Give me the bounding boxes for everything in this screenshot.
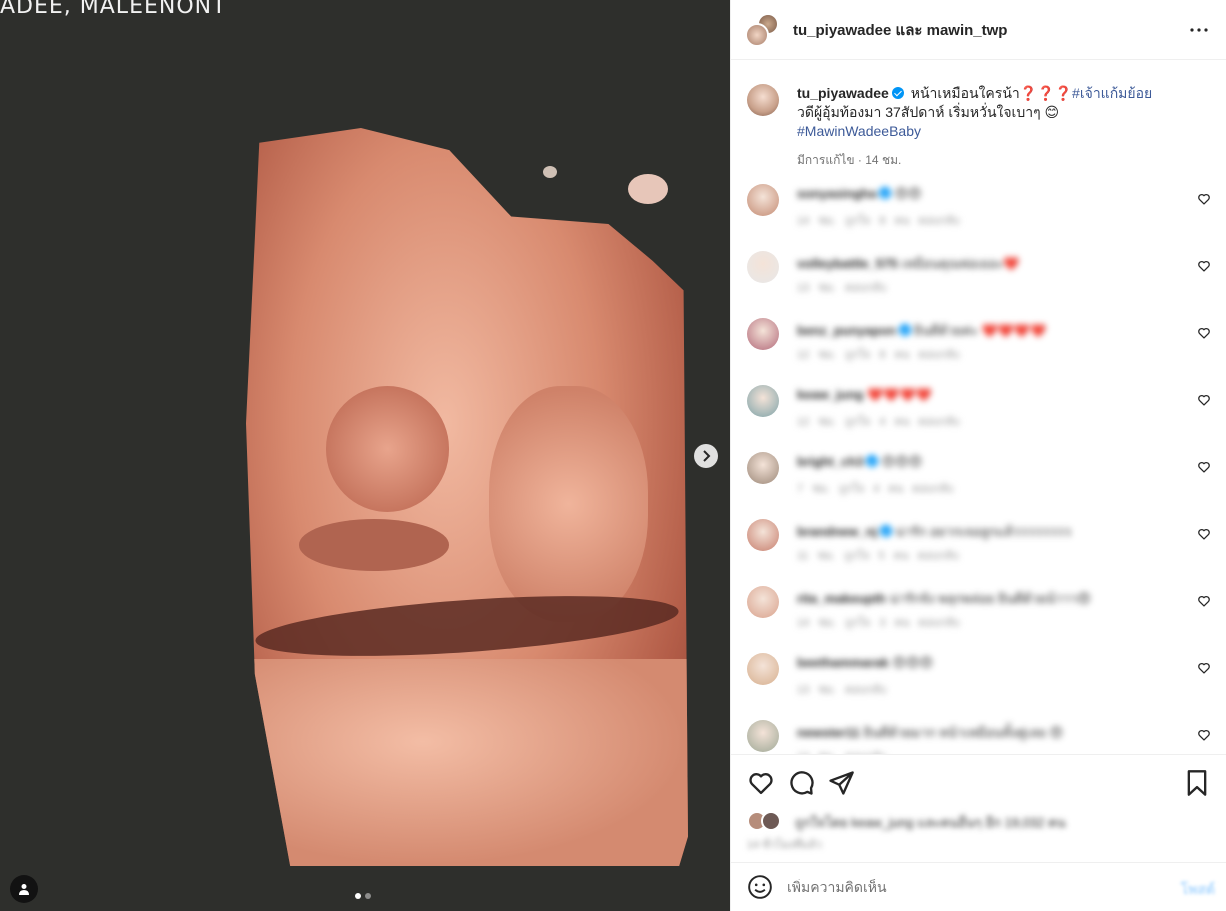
post-authors[interactable]: tu_piyawadee และ mawin_twp bbox=[793, 18, 1007, 42]
post-actions: ถูกใจโดย keaw_jung และคนอื่นๆ อีก 19,032… bbox=[731, 754, 1226, 864]
post-caption: tu_piyawadee หน้าเหมือนใครน้า❓❓❓#เจ้าแก้… bbox=[747, 84, 1207, 170]
avatar[interactable] bbox=[747, 318, 779, 350]
comment-username[interactable]: sonyasingha bbox=[797, 186, 876, 201]
caption-line2: วดีผู้อุ้มท้องมา 37สัปดาห์ เริ่มหวั่นใจเ… bbox=[797, 104, 1060, 120]
caption-username[interactable]: tu_piyawadee bbox=[797, 85, 889, 101]
carousel-dot-1 bbox=[355, 893, 361, 899]
avatar[interactable] bbox=[747, 519, 779, 551]
comment-text: 😍😍😍 bbox=[892, 655, 934, 670]
comment-meta[interactable]: 14 ชม. ตอบกลับ bbox=[797, 747, 886, 754]
heart-icon[interactable] bbox=[1197, 393, 1211, 407]
likes-summary[interactable]: ถูกใจโดย keaw_jung และคนอื่นๆ อีก 19,032… bbox=[747, 811, 1066, 833]
tagged-users-button[interactable] bbox=[10, 875, 38, 903]
comment-username[interactable]: keaw_jung bbox=[797, 387, 863, 402]
avatar[interactable] bbox=[747, 84, 779, 116]
comment-text: 😍😍😍 bbox=[881, 454, 923, 469]
comment-meta[interactable]: 14 ชม. ถูกใจ 3 คน ตอบกลับ bbox=[797, 613, 960, 631]
comment-meta[interactable]: 13 ชม. ตอบกลับ bbox=[797, 278, 886, 296]
avatar[interactable] bbox=[747, 184, 779, 216]
heart-icon[interactable] bbox=[1197, 326, 1211, 340]
comment-text: เหมือนคุณพ่อเยอะ❤️ bbox=[901, 256, 1020, 271]
comment-row: rita_makeupth น่ารักจัง พลุกพล่อย ยินดีด… bbox=[747, 584, 1217, 640]
heart-icon[interactable] bbox=[1197, 259, 1211, 273]
heart-icon[interactable] bbox=[747, 769, 775, 797]
post-side-panel: tu_piyawadee และ mawin_twp tu_piyawadee … bbox=[730, 0, 1226, 911]
comment-row: newster11 ยินดีด้วยมาก หน้าเหมือนทั้งคู่… bbox=[747, 718, 1217, 754]
emoji-icon[interactable] bbox=[747, 874, 773, 900]
comments-section[interactable]: tu_piyawadee หน้าเหมือนใครน้า❓❓❓#เจ้าแก้… bbox=[731, 60, 1226, 754]
comment-row: volleybattle_575 เหมือนคุณพ่อเยอะ❤️ 13 ชม… bbox=[747, 249, 1217, 305]
hashtag-link[interactable]: #เจ้าแก้มย้อย bbox=[1072, 85, 1152, 101]
post-header: tu_piyawadee และ mawin_twp bbox=[731, 0, 1226, 60]
comment-row: benz_punyapon ยินดีด้วยค่ะ ❤️❤️❤️❤️ 12 ชม.… bbox=[747, 316, 1217, 372]
comment-meta[interactable]: 13 ชม. ตอบกลับ bbox=[797, 680, 886, 698]
comment-icon[interactable] bbox=[787, 769, 815, 797]
verified-icon bbox=[880, 525, 893, 537]
caption-text: หน้าเหมือนใครน้า❓❓❓ bbox=[910, 85, 1073, 101]
comment-row: bright_ch3 😍😍😍 7 ชม. ถูกใจ 4 คน ตอบกลับ bbox=[747, 450, 1217, 506]
add-comment-bar: โพสต์ bbox=[731, 862, 1226, 911]
heart-icon[interactable] bbox=[1197, 594, 1211, 608]
avatar[interactable] bbox=[747, 653, 779, 685]
comment-meta[interactable]: 12 ชม. ถูกใจ 4 คน ตอบกลับ bbox=[797, 412, 960, 430]
comment-meta[interactable]: 14 ชม. ถูกใจ 8 คน ตอบกลับ bbox=[797, 211, 960, 229]
verified-icon bbox=[866, 455, 879, 467]
bookmark-icon[interactable] bbox=[1183, 769, 1211, 797]
comment-meta[interactable]: 11 ชม. ถูกใจ 5 คน ตอบกลับ bbox=[797, 546, 959, 564]
comment-username[interactable]: rita_makeupth bbox=[797, 591, 886, 606]
hashtag-link[interactable]: #MawinWadeeBaby bbox=[797, 122, 1152, 141]
carousel-dot-2 bbox=[365, 893, 371, 899]
more-horizontal-icon bbox=[1190, 28, 1208, 32]
comment-username[interactable]: volleybattle_575 bbox=[797, 256, 897, 271]
verified-icon bbox=[891, 87, 904, 99]
more-options-button[interactable] bbox=[1187, 18, 1211, 42]
avatar[interactable] bbox=[747, 385, 779, 417]
avatar[interactable] bbox=[747, 251, 779, 283]
avatar[interactable] bbox=[747, 586, 779, 618]
post-media[interactable]: ADEE, MALEENONT bbox=[0, 0, 730, 911]
comment-text: ยินดีด้วยค่ะ ❤️❤️❤️❤️ bbox=[913, 323, 1047, 338]
comment-text: น่ารักจัง พลุกพล่อย ยินดีด้วยน้าาา😍 bbox=[889, 591, 1091, 606]
verified-icon bbox=[898, 324, 911, 336]
post-date: 14 ชั่วโมงที่แล้ว bbox=[747, 839, 822, 851]
caption-meta: มีการแก้ไข · 14 ชม. bbox=[797, 153, 902, 167]
media-overlay-text: ADEE, MALEENONT bbox=[0, 0, 227, 19]
comment-username[interactable]: beethammarak bbox=[797, 655, 889, 670]
heart-icon[interactable] bbox=[1197, 728, 1211, 742]
chevron-right-icon bbox=[703, 450, 711, 462]
avatar bbox=[745, 22, 769, 47]
verified-icon bbox=[879, 187, 892, 199]
comment-input[interactable] bbox=[787, 879, 1157, 895]
heart-icon[interactable] bbox=[1197, 527, 1211, 541]
send-icon[interactable] bbox=[827, 769, 855, 797]
comment-username[interactable]: bright_ch3 bbox=[797, 454, 863, 469]
avatar[interactable] bbox=[747, 720, 779, 752]
carousel-next-button[interactable] bbox=[694, 444, 718, 468]
avatar[interactable] bbox=[747, 452, 779, 484]
comment-text: น่ารัก อยากเจอลูกแล้วววววววว bbox=[895, 524, 1071, 539]
avatar bbox=[761, 811, 781, 831]
likes-text: ถูกใจโดย keaw_jung และคนอื่นๆ อีก 19,032… bbox=[795, 814, 1066, 830]
comment-meta[interactable]: 7 ชม. ถูกใจ 4 คน ตอบกลับ bbox=[797, 479, 953, 497]
comment-text: ยินดีด้วยมาก หน้าเหมือนทั้งคู่เลย 😍 bbox=[863, 725, 1064, 740]
post-comment-button[interactable]: โพสต์ bbox=[1181, 879, 1215, 901]
collab-avatars[interactable] bbox=[745, 12, 779, 47]
comment-username[interactable]: newster11 bbox=[797, 725, 860, 740]
heart-icon[interactable] bbox=[1197, 661, 1211, 675]
comment-text: ❤️❤️❤️❤️ bbox=[867, 387, 932, 402]
comment-row: sonyasingha 😍😍 14 ชม. ถูกใจ 8 คน ตอบกลับ bbox=[747, 182, 1217, 238]
heart-icon[interactable] bbox=[1197, 460, 1211, 474]
comment-row: keaw_jung ❤️❤️❤️❤️ 12 ชม. ถูกใจ 4 คน ตอบก… bbox=[747, 383, 1217, 439]
comment-username[interactable]: brandnew_nj bbox=[797, 524, 877, 539]
comment-row: brandnew_nj น่ารัก อยากเจอลูกแล้วววววววว 1… bbox=[747, 517, 1217, 573]
comment-meta[interactable]: 12 ชม. ถูกใจ 8 คน ตอบกลับ bbox=[797, 345, 960, 363]
comment-row: beethammarak 😍😍😍 13 ชม. ตอบกลับ bbox=[747, 651, 1217, 707]
ultrasound-image bbox=[246, 128, 688, 866]
user-icon bbox=[19, 884, 29, 895]
comment-username[interactable]: benz_punyapon bbox=[797, 323, 896, 338]
heart-icon[interactable] bbox=[1197, 192, 1211, 206]
carousel-indicator bbox=[355, 893, 371, 899]
comment-text: 😍😍 bbox=[894, 186, 922, 201]
